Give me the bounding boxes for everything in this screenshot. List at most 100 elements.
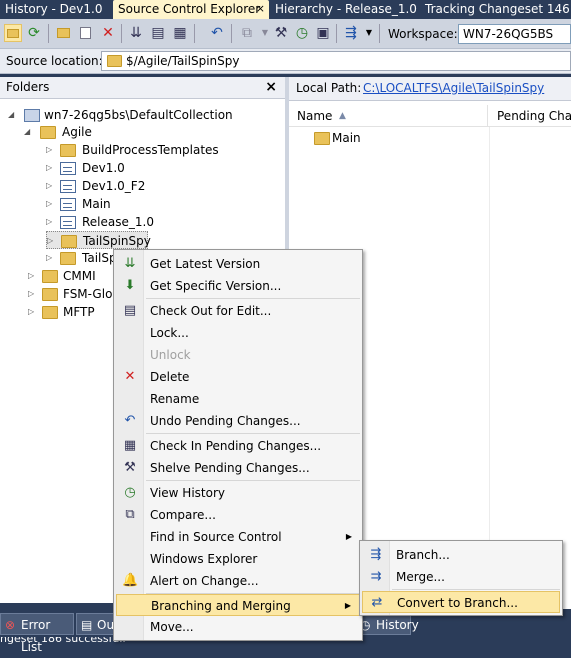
list-header: Name ▲ Pending Chan [289, 105, 571, 127]
menu-item-get-latest[interactable]: ⇊ Get Latest Version [116, 253, 360, 275]
menu-item-branch[interactable]: ⇶ Branch... [362, 544, 560, 566]
refresh-icon[interactable]: ⟳ [25, 24, 43, 42]
menu-item-label: Branching and Merging [151, 599, 291, 613]
tab-history[interactable]: ◷ History [355, 613, 419, 635]
branch-icon[interactable]: ⇶ [342, 24, 360, 42]
expanded-icon[interactable]: ◢ [24, 123, 33, 141]
menu-item-compare[interactable]: ⧉ Compare... [116, 504, 360, 526]
menu-item-branching-merging[interactable]: Branching and Merging ▶ [116, 594, 360, 616]
menu-item-undo[interactable]: ↶ Undo Pending Changes... [116, 410, 360, 432]
tab-error-list[interactable]: ⊗ Error List [0, 613, 74, 654]
alert-icon: 🔔 [122, 573, 139, 588]
menu-item-check-out[interactable]: ▤ Check Out for Edit... [116, 300, 360, 322]
workspace-dropdown[interactable]: WN7-26QG5BS [458, 24, 571, 44]
local-path-link[interactable]: C:\LOCALTFS\Agile\TailSpinSpy [363, 77, 544, 100]
source-location-input[interactable]: $/Agile/TailSpinSpy [101, 51, 571, 71]
merge-icon: ⇉ [370, 569, 382, 584]
menu-item-check-in[interactable]: ▦ Check In Pending Changes... [116, 435, 360, 457]
submenu-arrow-icon: ▶ [345, 532, 352, 541]
menu-item-move[interactable]: Move... [116, 616, 360, 638]
folders-toggle-icon[interactable] [4, 24, 22, 42]
tab-label: History [376, 618, 419, 632]
folder-icon [60, 144, 76, 157]
tree-item-label: TailSpinSpy [83, 234, 151, 248]
menu-item-lock[interactable]: Lock... [116, 322, 360, 344]
column-header-name[interactable]: Name ▲ [289, 105, 488, 127]
menu-item-windows-explorer[interactable]: Windows Explorer [116, 548, 360, 570]
get-latest-icon: ⇊ [124, 256, 136, 271]
collapsed-icon[interactable]: ▷ [47, 232, 56, 250]
delete-icon[interactable]: ✕ [99, 24, 117, 42]
menu-item-rename[interactable]: Rename [116, 388, 360, 410]
source-location-bar: Source location: $/Agile/TailSpinSpy [0, 49, 571, 74]
add-items-icon[interactable] [77, 24, 95, 42]
menu-item-label: Alert on Change... [150, 574, 259, 588]
menu-item-view-history[interactable]: ◷ View History [116, 482, 360, 504]
column-header-pending[interactable]: Pending Chan [489, 105, 571, 127]
collapsed-icon[interactable]: ▷ [46, 195, 55, 213]
team-project-icon [42, 288, 58, 301]
close-icon[interactable]: × [265, 77, 277, 98]
menu-item-label: Windows Explorer [150, 552, 258, 566]
tree-item-label: MFTP [63, 305, 95, 319]
branch-icon [60, 216, 76, 229]
check-out-icon[interactable]: ▤ [149, 24, 167, 42]
collapsed-icon[interactable]: ▷ [46, 213, 55, 231]
menu-item-merge[interactable]: ⇉ Merge... [362, 566, 560, 588]
menu-item-label: Shelve Pending Changes... [150, 461, 310, 475]
list-item-label: Main [332, 131, 361, 145]
folders-pane-header: Folders × [0, 77, 285, 99]
document-tab-bar: History - Dev1.0 Source Control Explorer… [0, 0, 571, 19]
collapsed-icon[interactable]: ▷ [46, 159, 55, 177]
menu-item-delete[interactable]: ✕ Delete [116, 366, 360, 388]
tree-item-label: BuildProcessTemplates [82, 143, 219, 157]
menu-item-find[interactable]: Find in Source Control ▶ [116, 526, 360, 548]
new-folder-icon[interactable] [55, 24, 73, 42]
menu-item-label: Check Out for Edit... [150, 304, 272, 318]
collapsed-icon[interactable]: ▷ [46, 249, 55, 267]
close-icon[interactable]: × [256, 0, 265, 18]
source-location-label: Source location: [6, 54, 103, 68]
collapsed-icon[interactable]: ▷ [46, 141, 55, 159]
menu-item-label: Find in Source Control [150, 530, 282, 544]
menu-item-alert[interactable]: 🔔 Alert on Change... [116, 570, 360, 592]
menu-item-label: Branch... [396, 548, 450, 562]
team-project-icon [40, 126, 56, 139]
tab-hierarchy-release[interactable]: Hierarchy - Release_1.0 [270, 0, 420, 19]
shelve-icon[interactable]: ⚒ [272, 24, 290, 42]
tab-history-dev1[interactable]: History - Dev1.0 [0, 0, 108, 19]
delete-icon: ✕ [124, 369, 136, 384]
team-project-icon [42, 270, 58, 283]
collapsed-icon[interactable]: ▷ [28, 303, 37, 321]
menu-item-label: View History [150, 486, 225, 500]
menu-item-convert-to-branch[interactable]: ⇄ Convert to Branch... [362, 591, 560, 613]
get-latest-icon[interactable]: ⇊ [127, 24, 145, 42]
tab-source-control-explorer[interactable]: Source Control Explorer × [113, 0, 269, 19]
undo-icon[interactable]: ↶ [208, 24, 226, 42]
compare-icon[interactable]: ⧉ [238, 24, 256, 42]
check-out-icon: ▤ [123, 303, 137, 318]
tab-label: Error List [21, 618, 51, 654]
menu-item-unlock[interactable]: Unlock [116, 344, 360, 366]
sort-ascending-icon: ▲ [339, 111, 346, 121]
history-icon[interactable]: ◷ [293, 24, 311, 42]
collapsed-icon[interactable]: ▷ [46, 177, 55, 195]
collapsed-icon[interactable]: ▷ [28, 267, 37, 285]
collapsed-icon[interactable]: ▷ [28, 285, 37, 303]
output-icon: ▤ [81, 618, 93, 632]
tree-item-tailspinspy[interactable]: ▷ TailSpinSpy [46, 231, 151, 250]
menu-item-get-specific[interactable]: ⬇ Get Specific Version... [116, 275, 360, 297]
tab-tracking-changeset[interactable]: Tracking Changeset 146 [420, 0, 571, 19]
menu-item-shelve[interactable]: ⚒ Shelve Pending Changes... [116, 457, 360, 479]
expanded-icon[interactable]: ◢ [8, 106, 17, 124]
tree-item-label: FSM-Glob [63, 287, 121, 301]
properties-icon[interactable]: ▣ [314, 24, 332, 42]
folder-icon [107, 55, 122, 67]
menu-separator [392, 589, 560, 590]
check-in-icon[interactable]: ▦ [171, 24, 189, 42]
get-specific-icon: ⬇ [124, 278, 136, 293]
tab-output[interactable]: ▤ Out [76, 613, 119, 635]
chevron-down-icon[interactable]: ▼ [360, 24, 378, 42]
menu-separator [146, 433, 360, 434]
team-project-icon [42, 306, 58, 319]
